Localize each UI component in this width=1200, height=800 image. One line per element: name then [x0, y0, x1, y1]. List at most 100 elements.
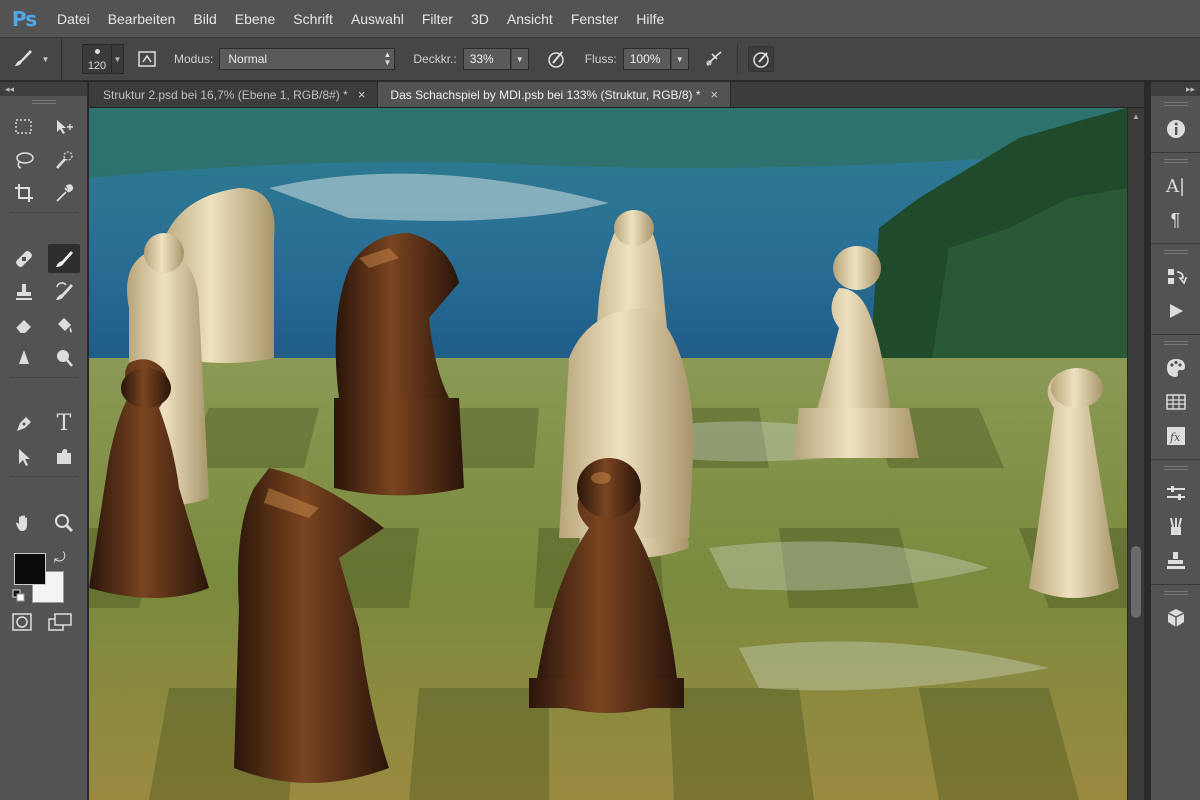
history-brush-tool[interactable] [44, 275, 84, 308]
panel-group-history [1151, 244, 1200, 335]
select-arrows-icon: ▲ ▼ [383, 50, 392, 67]
paint-bucket-tool[interactable] [44, 308, 84, 341]
menu-filter[interactable]: Filter [413, 0, 462, 38]
type-icon: T [56, 411, 72, 436]
history-icon [1167, 269, 1187, 285]
close-icon[interactable]: × [711, 87, 719, 102]
flow-input[interactable]: 100% [622, 48, 671, 70]
brush-panel-toggle-button[interactable] [134, 46, 160, 72]
tab-schachspiel[interactable]: Das Schachspiel by MDI.psb bei 133% (Str… [378, 82, 732, 107]
mode-select[interactable]: Normal ▲ ▼ [219, 48, 396, 70]
screen-mode-icon[interactable] [48, 613, 72, 631]
marquee-tool[interactable] [4, 110, 44, 143]
close-icon[interactable]: × [358, 87, 366, 102]
panel-grip[interactable] [1163, 159, 1188, 163]
menu-ebene[interactable]: Ebene [226, 0, 284, 38]
brush-icon [56, 250, 73, 267]
styles-panel-button[interactable]: fx [1151, 419, 1200, 453]
crop-tool[interactable] [4, 176, 44, 209]
eraser-tool[interactable] [4, 308, 44, 341]
brush-picker-dropdown[interactable]: ▼ [112, 44, 124, 74]
pressure-opacity-button[interactable] [543, 46, 569, 72]
menu-bild[interactable]: Bild [184, 0, 225, 38]
pen-tool[interactable] [4, 407, 44, 440]
panel-grip[interactable] [1163, 341, 1188, 345]
menu-schrift[interactable]: Schrift [284, 0, 342, 38]
collapse-left-button[interactable]: ◂◂ [0, 82, 87, 96]
options-bar: ▼ 120 ▼ Modus: Normal ▲ ▼ Deckkr.: 33% ▼ … [0, 37, 1200, 81]
scrollbar-thumb[interactable] [1131, 546, 1141, 618]
path-selection-tool[interactable] [4, 440, 44, 473]
swap-colors-icon[interactable]: ⤾ [54, 549, 66, 566]
panel-grip[interactable] [1163, 250, 1188, 254]
flow-slider-dropdown[interactable]: ▼ [670, 48, 689, 70]
brush-tip-icon [95, 49, 100, 54]
scroll-up-icon[interactable]: ▲ [1132, 112, 1140, 121]
color-panel-button[interactable] [1151, 351, 1200, 385]
eyedropper-tool[interactable] [44, 176, 84, 209]
history-panel-button[interactable] [1151, 260, 1200, 294]
adjustments-panel-button[interactable] [1151, 476, 1200, 510]
brush-tool[interactable] [48, 244, 80, 273]
move-tool[interactable] [44, 110, 84, 143]
expand-panels-button[interactable]: ▸▸ [1151, 82, 1200, 96]
info-panel-button[interactable] [1151, 112, 1200, 146]
custom-shape-tool[interactable] [44, 440, 84, 473]
quick-mask-icon[interactable] [12, 613, 32, 631]
panel-grip[interactable] [1163, 102, 1188, 106]
menu-auswahl[interactable]: Auswahl [342, 0, 413, 38]
airbrush-icon [706, 51, 722, 66]
document-canvas[interactable] [89, 108, 1127, 800]
magnifier-icon [55, 513, 74, 532]
marquee-icon [15, 118, 32, 134]
panel-grip[interactable] [31, 100, 56, 104]
character-panel-button[interactable]: A| [1151, 169, 1200, 203]
type-tool[interactable]: T [44, 407, 84, 440]
menu-fenster[interactable]: Fenster [562, 0, 627, 38]
3d-panel-button[interactable] [1151, 601, 1200, 635]
panel-grip[interactable] [1163, 591, 1188, 595]
svg-text:fx: fx [1169, 431, 1181, 444]
clone-stamp-tool[interactable] [4, 275, 44, 308]
pressure-size-button[interactable] [747, 46, 774, 72]
clone-source-panel-button[interactable] [1151, 544, 1200, 578]
character-icon: A| [1165, 175, 1186, 197]
blur-tool[interactable] [4, 341, 44, 374]
color-swatches: ⤾ [0, 545, 87, 609]
stamp-icon [16, 283, 32, 300]
menu-hilfe[interactable]: Hilfe [627, 0, 673, 38]
menu-3d[interactable]: 3D [462, 0, 498, 38]
vertical-scrollbar[interactable]: ▲ [1127, 108, 1144, 800]
airbrush-button[interactable] [701, 46, 727, 72]
menu-bearbeiten[interactable]: Bearbeiten [99, 0, 185, 38]
sliders-icon [1166, 486, 1185, 500]
paragraph-icon: ¶ [1170, 209, 1181, 230]
opacity-slider-dropdown[interactable]: ▼ [510, 48, 529, 70]
quick-selection-icon [56, 150, 73, 169]
opacity-input[interactable]: 33% [462, 48, 511, 70]
history-brush-icon [56, 281, 73, 300]
lasso-tool[interactable] [4, 143, 44, 176]
hand-tool[interactable] [4, 506, 44, 539]
brush-presets-icon [1169, 517, 1182, 535]
menu-ansicht[interactable]: Ansicht [498, 0, 562, 38]
tool-preset-picker[interactable]: ▼ [0, 37, 62, 81]
paragraph-panel-button[interactable]: ¶ [1151, 203, 1200, 237]
mode-value: Normal [228, 52, 268, 66]
panel-grip[interactable] [1163, 466, 1188, 470]
zoom-tool[interactable] [44, 506, 84, 539]
play-icon [1169, 304, 1183, 318]
tool-presets-panel-button[interactable] [1151, 510, 1200, 544]
tab-label: Das Schachspiel by MDI.psb bei 133% (Str… [390, 87, 701, 102]
foreground-color-swatch[interactable] [14, 553, 46, 585]
healing-brush-tool[interactable] [4, 242, 44, 275]
brush-size-picker[interactable]: 120 [82, 44, 112, 74]
tab-struktur-2[interactable]: Struktur 2.psd bei 16,7% (Ebene 1, RGB/8… [91, 82, 379, 107]
dodge-tool[interactable] [44, 341, 84, 374]
menu-datei[interactable]: Datei [48, 0, 99, 38]
actions-panel-button[interactable] [1151, 294, 1200, 328]
eyedropper-icon [56, 183, 74, 202]
quick-selection-tool[interactable] [44, 143, 84, 176]
default-colors-icon[interactable] [12, 589, 26, 603]
swatches-panel-button[interactable] [1151, 385, 1200, 419]
